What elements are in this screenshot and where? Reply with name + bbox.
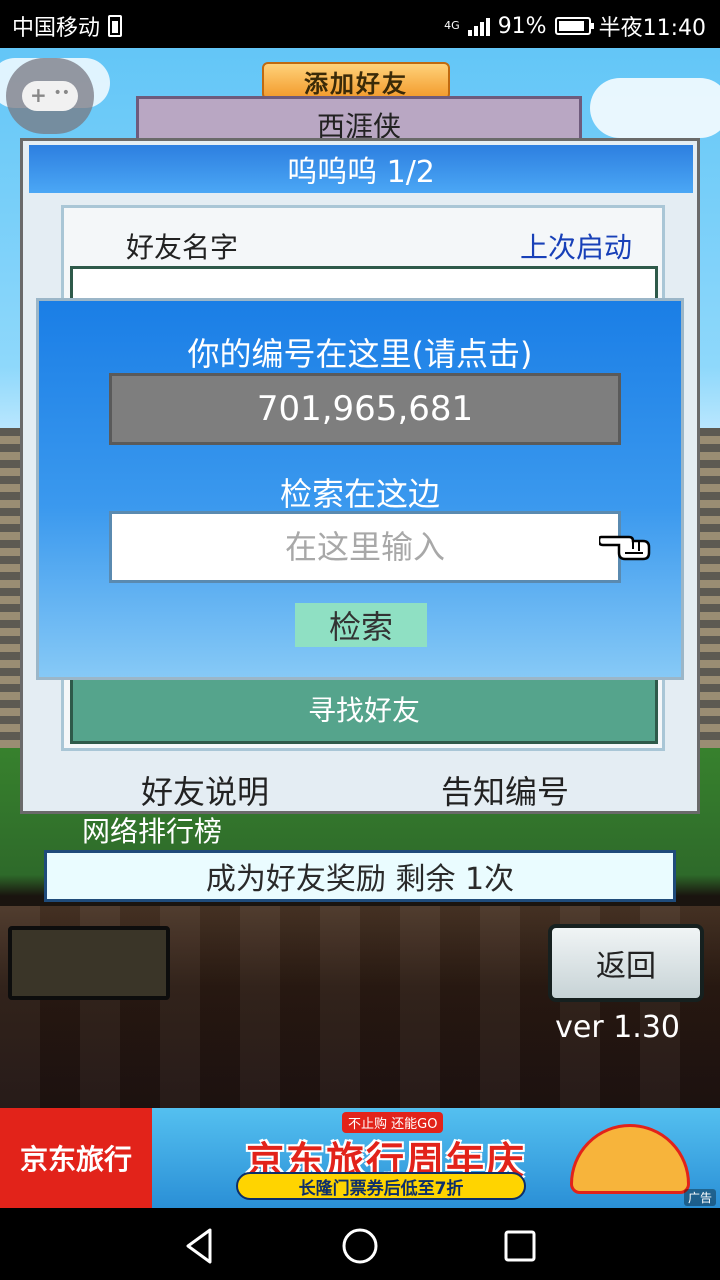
find-friend-button[interactable]: 寻找好友 xyxy=(73,677,655,741)
ad-subline: 长隆门票券后低至7折 xyxy=(236,1172,526,1200)
search-button[interactable]: 检索 xyxy=(295,603,427,647)
online-ranking-label[interactable]: 网络排行榜 xyxy=(82,810,222,850)
signal-icon xyxy=(467,16,490,36)
square-recent-icon[interactable] xyxy=(500,1226,540,1266)
your-id-box[interactable]: 701,965,681 xyxy=(109,373,621,445)
ad-banner[interactable]: 京东旅行 不止购 还能GO 京东旅行周年庆 长隆门票券后低至7折 广告 xyxy=(0,1108,720,1208)
carrier-label: 中国移动 xyxy=(12,16,101,41)
column-last-start[interactable]: 上次启动 xyxy=(520,226,632,266)
version-label: ver 1.30 xyxy=(555,1010,680,1045)
gamepad-button[interactable] xyxy=(6,58,94,134)
network-type: 4G xyxy=(444,19,460,32)
triangle-back-icon[interactable] xyxy=(180,1226,220,1266)
pointing-hand-icon xyxy=(599,535,651,561)
ad-badge[interactable]: 广告 xyxy=(683,1189,716,1206)
ad-creative: 不止购 还能GO 京东旅行周年庆 长隆门票券后低至7折 广告 xyxy=(152,1108,720,1208)
friend-help-button[interactable]: 好友说明 xyxy=(141,767,269,813)
empty-slot xyxy=(8,926,170,1000)
friend-bonus-bar: 成为好友奖励 剩余 1次 xyxy=(44,850,676,902)
sim-icon xyxy=(108,15,123,37)
gamepad-icon xyxy=(22,81,78,111)
dialog-title: 呜呜呜 1/2 xyxy=(29,145,693,193)
column-friend-name: 好友名字 xyxy=(126,231,239,264)
search-input[interactable] xyxy=(109,511,621,583)
battery-icon xyxy=(554,17,594,35)
ad-brand: 京东旅行 xyxy=(0,1108,152,1208)
your-id-label: 你的编号在这里(请点击) xyxy=(187,335,533,373)
stadium-stand-right xyxy=(698,428,720,748)
search-popup: 你的编号在这里(请点击) 701,965,681 检索在这边 检索 xyxy=(36,298,684,680)
circle-home-icon[interactable] xyxy=(340,1226,380,1266)
battery-percent: 91% xyxy=(497,13,547,39)
share-id-button[interactable]: 告知编号 xyxy=(441,767,569,813)
search-label: 检索在这边 xyxy=(279,475,440,513)
navigation-bar xyxy=(0,1208,720,1280)
cloud xyxy=(590,78,720,138)
stadium-stand-left xyxy=(0,428,22,748)
back-button[interactable]: 返回 xyxy=(548,924,704,1002)
clock: 半夜11:40 xyxy=(598,16,706,41)
add-friend-tab[interactable]: 添加好友 xyxy=(262,62,450,100)
status-bar: 中国移动 4G 91% 半夜11:40 xyxy=(0,0,720,48)
ad-illustration xyxy=(570,1124,690,1194)
add-friend-tab-label: 添加好友 xyxy=(304,69,408,98)
